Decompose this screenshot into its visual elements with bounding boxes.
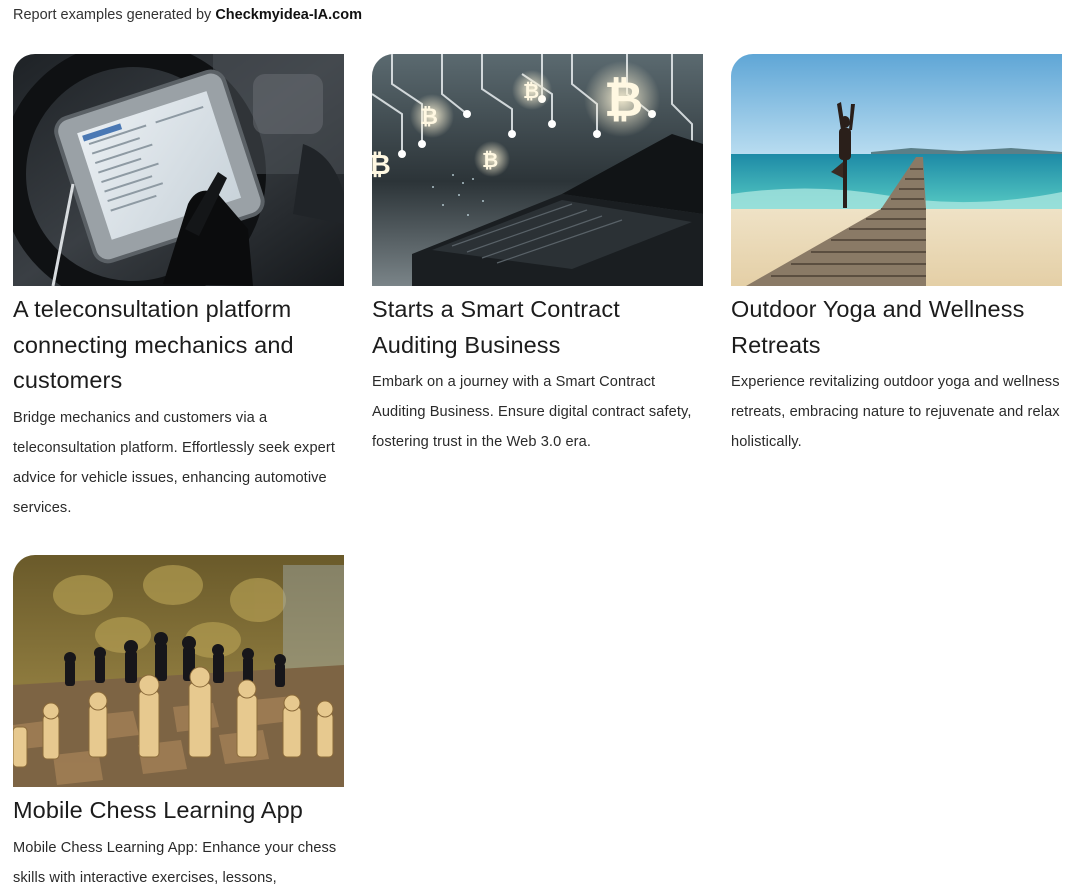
card-description: Experience revitalizing outdoor yoga and… xyxy=(731,374,1060,450)
bitcoin-laptop-image: ₿ ₿ ₿ ₿ ₿ ₿ xyxy=(372,54,703,286)
card-description: Embark on a journey with a Smart Contrac… xyxy=(372,374,692,450)
chess-board-image xyxy=(13,555,344,787)
card-title[interactable]: Mobile Chess Learning App xyxy=(13,793,345,829)
report-card-smart-contract[interactable]: ₿ ₿ ₿ ₿ ₿ ₿ Starts a S xyxy=(372,54,704,457)
report-card-yoga[interactable]: Outdoor Yoga and Wellness Retreats Exper… xyxy=(731,54,1063,457)
header-prefix: Report examples generated by xyxy=(13,7,216,23)
card-title[interactable]: Outdoor Yoga and Wellness Retreats xyxy=(731,292,1063,363)
page-header: Report examples generated by Checkmyidea… xyxy=(13,7,362,23)
card-description: Bridge mechanics and customers via a tel… xyxy=(13,409,335,516)
mechanic-tablet-image xyxy=(13,54,344,286)
svg-text:₿: ₿ xyxy=(372,148,391,181)
card-image-bitcoin[interactable]: ₿ ₿ ₿ ₿ ₿ ₿ xyxy=(372,54,703,286)
card-description: Mobile Chess Learning App: Enhance your … xyxy=(13,839,337,885)
svg-text:₿: ₿ xyxy=(604,72,643,128)
svg-text:₿: ₿ xyxy=(523,79,539,103)
svg-text:₿: ₿ xyxy=(482,148,498,172)
card-image-mechanic[interactable] xyxy=(13,54,344,286)
card-title[interactable]: A teleconsultation platform connecting m… xyxy=(13,292,345,399)
brand-name[interactable]: Checkmyidea-IA.com xyxy=(215,7,362,23)
svg-text:₿: ₿ xyxy=(420,105,438,130)
card-image-chess[interactable] xyxy=(13,555,344,787)
report-card-chess[interactable]: Mobile Chess Learning App Mobile Chess L… xyxy=(13,555,345,885)
yoga-pier-image xyxy=(731,54,1062,286)
card-image-yoga[interactable] xyxy=(731,54,1062,286)
card-title[interactable]: Starts a Smart Contract Auditing Busines… xyxy=(372,292,704,363)
report-card-mechanics[interactable]: A teleconsultation platform connecting m… xyxy=(13,54,345,523)
